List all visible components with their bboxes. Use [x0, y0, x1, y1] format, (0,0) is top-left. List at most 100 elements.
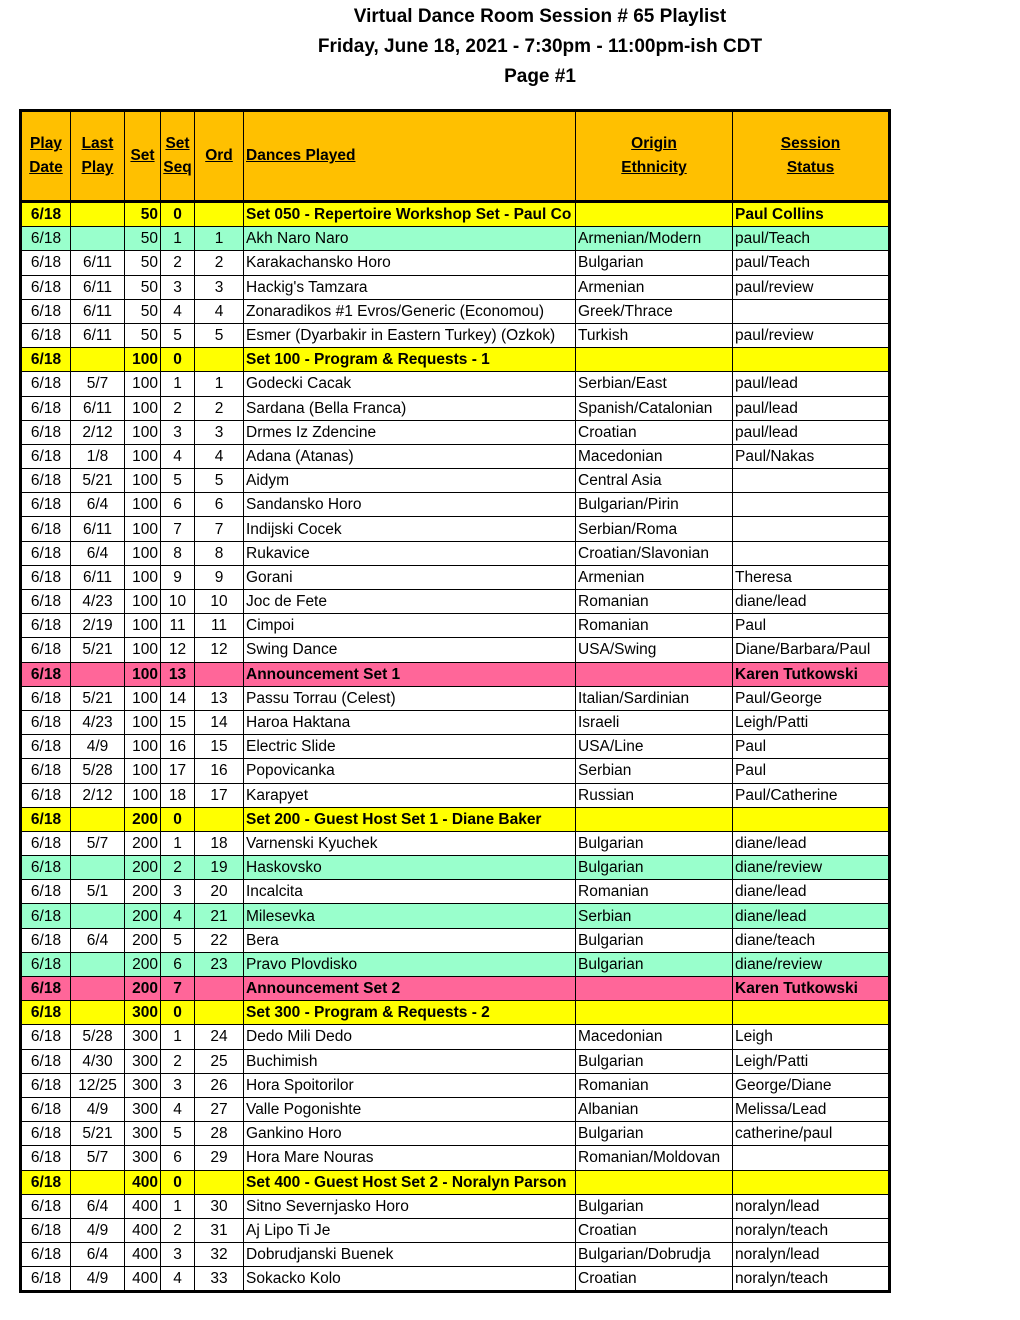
status-cell — [732, 1169, 890, 1195]
table-row: 6/18 12/25 300 3 26 Hora Spoitorilor Romanian G… — [20, 1072, 890, 1098]
ord-cell — [194, 1169, 244, 1195]
origin-cell: Israeli — [575, 709, 733, 736]
status-cell: Paul — [732, 613, 890, 639]
play-date-cell: 6/18 — [20, 879, 71, 905]
play-date-cell: 6/18 — [20, 1121, 71, 1147]
ord-cell: 30 — [194, 1193, 244, 1219]
table-row: 6/18 4/23 100 10 10 Joc de Fete Romanian diane/… — [20, 588, 890, 615]
play-date-cell: 6/18 — [20, 1217, 71, 1244]
last-play-cell: 4/9 — [70, 1096, 125, 1123]
status-cell: diane/lead — [732, 830, 890, 857]
origin-cell: USA/Swing — [575, 637, 733, 663]
status-cell: paul/Teach — [732, 250, 890, 276]
origin-cell — [575, 1000, 733, 1026]
ord-cell: 25 — [194, 1048, 244, 1074]
set-seq-cell: 6 — [160, 951, 195, 978]
set-seq-cell: 2 — [160, 1217, 195, 1244]
set-cell: 100 — [124, 492, 161, 518]
set-seq-cell: 1 — [160, 1024, 195, 1050]
last-play-cell: 6/11 — [70, 250, 125, 276]
table-row: 6/18 2/12 100 3 3 Drmes Iz Zdencine Croatian pa… — [20, 419, 890, 445]
status-cell: diane/teach — [732, 927, 890, 953]
table-row: 6/18 4/9 100 16 15 Electric Slide USA/Line Paul — [20, 734, 890, 760]
status-cell: Karen Tutkowski — [732, 975, 890, 1002]
dance-name-cell: Milesevka — [243, 903, 576, 929]
last-play-cell: 6/11 — [70, 564, 125, 591]
dance-name-cell: Adana (Atanas) — [243, 443, 576, 470]
play-date-cell: 6/18 — [20, 927, 71, 953]
table-row: 6/18 5/7 100 1 1 Godecki Cacak Serbian/East pau… — [20, 371, 890, 397]
status-cell: noralyn/teach — [732, 1217, 890, 1244]
dance-name-cell: Passu Torrau (Celest) — [243, 685, 576, 711]
set-cell: 100 — [124, 419, 161, 445]
ord-cell — [194, 1000, 244, 1026]
last-play-cell: 5/7 — [70, 830, 125, 857]
last-play-cell: 6/4 — [70, 492, 125, 518]
last-play-cell: 5/21 — [70, 685, 125, 711]
set-cell: 50 — [124, 298, 161, 324]
origin-cell: Turkish — [575, 322, 733, 349]
table-row: 6/18 6/4 200 5 22 Bera Bulgarian diane/teach — [20, 927, 890, 953]
ord-cell: 11 — [194, 613, 244, 639]
play-date-cell: 6/18 — [20, 1024, 71, 1050]
last-play-cell — [70, 951, 125, 978]
table-row: 6/18 50 1 1 Akh Naro Naro Armenian/Modern paul… — [20, 226, 890, 252]
ord-cell: 5 — [194, 322, 244, 349]
ord-cell: 21 — [194, 903, 244, 929]
dance-name-cell: Valle Pogonishte — [243, 1096, 576, 1123]
set-cell: 100 — [124, 564, 161, 591]
ord-cell: 16 — [194, 758, 244, 784]
column-header-set: Set — [124, 110, 161, 203]
last-play-cell: 5/7 — [70, 1145, 125, 1171]
play-date-cell: 6/18 — [20, 782, 71, 808]
ord-cell — [194, 975, 244, 1002]
dance-name-cell: Announcement Set 1 — [243, 661, 576, 687]
play-date-cell: 6/18 — [20, 226, 71, 252]
dance-name-cell: Popovicanka — [243, 758, 576, 784]
set-seq-cell: 3 — [160, 1242, 195, 1268]
status-cell: Theresa — [732, 564, 890, 591]
last-play-cell — [70, 661, 125, 687]
dance-name-cell: Gankino Horo — [243, 1121, 576, 1147]
origin-cell: Bulgarian/Dobrudja — [575, 1242, 733, 1268]
status-cell: noralyn/lead — [732, 1193, 890, 1219]
dance-name-cell: Karapyet — [243, 782, 576, 808]
play-date-cell: 6/18 — [20, 661, 71, 687]
set-cell: 400 — [124, 1169, 161, 1195]
set-seq-cell: 1 — [160, 830, 195, 857]
status-cell: noralyn/teach — [732, 1266, 890, 1293]
status-cell — [732, 516, 890, 542]
set-seq-cell: 10 — [160, 588, 195, 615]
set-header-row: 6/18 300 0 Set 300 - Program & Requests - 2 — [20, 1000, 890, 1026]
dance-name-cell: Esmer (Dyarbakir in Eastern Turkey) (Ozk… — [243, 322, 576, 349]
set-cell: 100 — [124, 516, 161, 542]
play-date-cell: 6/18 — [20, 443, 71, 470]
set-cell: 400 — [124, 1242, 161, 1268]
table-row: 6/18 6/11 100 9 9 Gorani Armenian Theresa — [20, 564, 890, 591]
origin-cell: Bulgarian — [575, 1048, 733, 1074]
ord-cell — [194, 806, 244, 832]
dance-name-cell: Pravo Plovdisko — [243, 951, 576, 978]
dance-name-cell: Bera — [243, 927, 576, 953]
dance-name-cell: Sokacko Kolo — [243, 1266, 576, 1293]
origin-cell: Serbian — [575, 758, 733, 784]
set-seq-cell: 4 — [160, 903, 195, 929]
set-seq-cell: 3 — [160, 419, 195, 445]
set-seq-cell: 7 — [160, 516, 195, 542]
set-seq-cell: 0 — [160, 200, 195, 228]
page-title: Virtual Dance Room Session # 65 Playlist — [353, 6, 727, 27]
set-cell: 100 — [124, 613, 161, 639]
last-play-cell — [70, 903, 125, 929]
play-date-cell: 6/18 — [20, 588, 71, 615]
set-cell: 50 — [124, 274, 161, 300]
table-row: 6/18 6/11 50 4 4 Zonaradikos #1 Evros/Generic… — [20, 298, 890, 324]
set-cell: 100 — [124, 371, 161, 397]
play-date-cell: 6/18 — [20, 1145, 71, 1171]
ord-cell: 1 — [194, 371, 244, 397]
play-date-cell: 6/18 — [20, 419, 71, 445]
origin-cell — [575, 661, 733, 687]
play-date-cell: 6/18 — [20, 395, 71, 421]
set-seq-cell: 5 — [160, 322, 195, 349]
status-cell: Paul/George — [732, 685, 890, 711]
table-row: 6/18 200 6 23 Pravo Plovdisko Bulgarian diane/… — [20, 951, 890, 978]
